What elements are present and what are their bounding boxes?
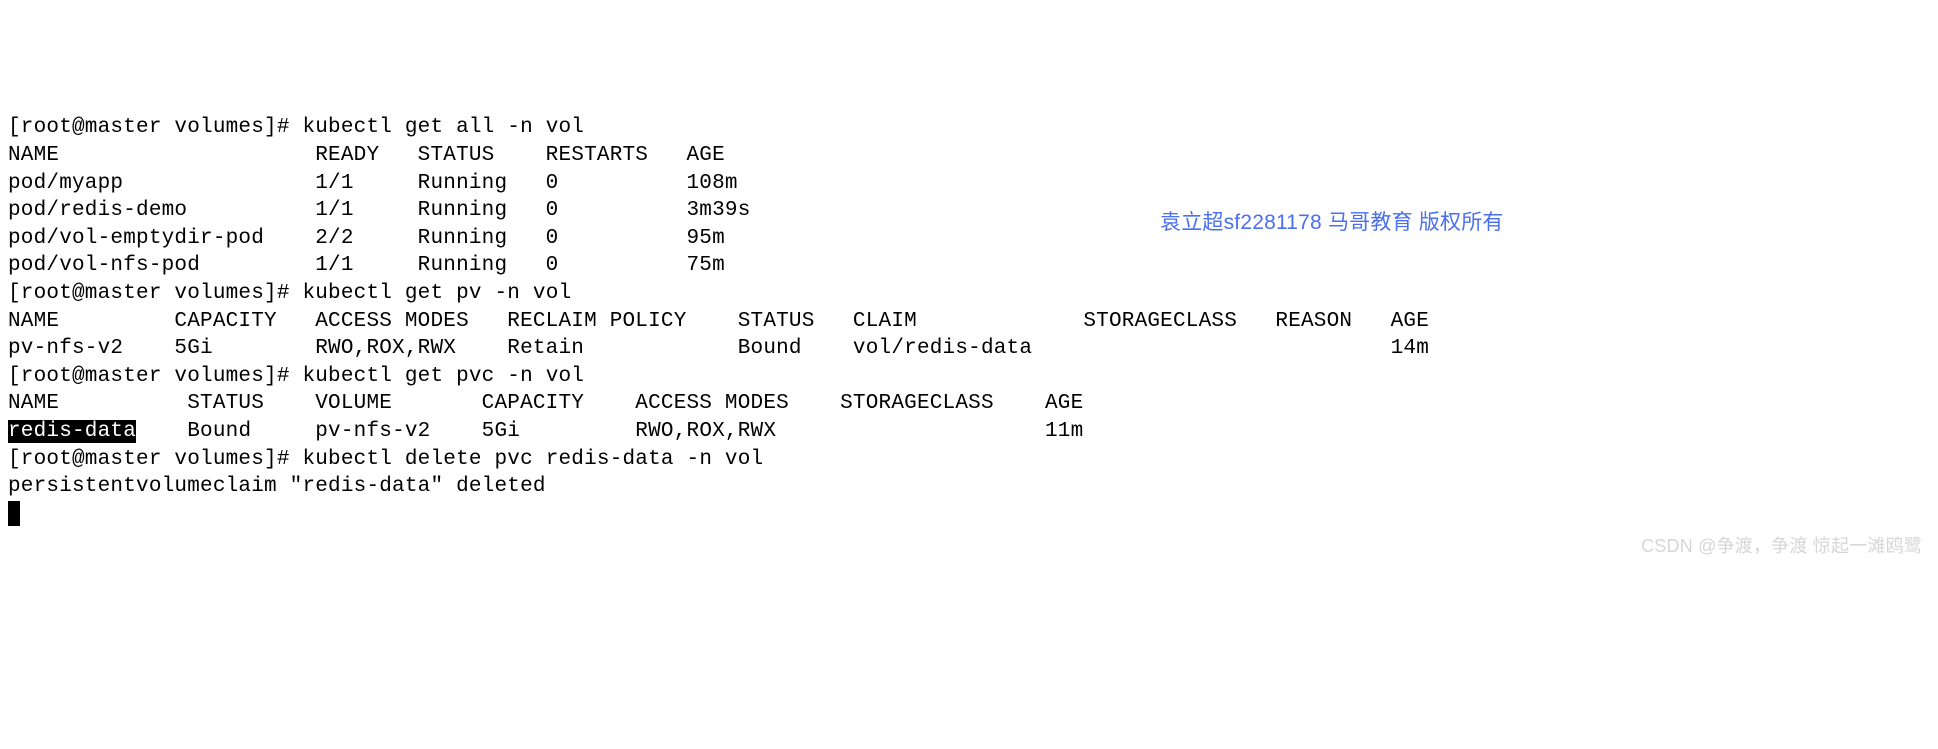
cursor-block [8, 501, 20, 526]
table-row: Bound pv-nfs-v2 5Gi RWO,ROX,RWX 11m [136, 420, 1083, 443]
prompt: [root@master volumes]# [8, 448, 302, 471]
table-row: pod/myapp 1/1 Running 0 108m [8, 172, 738, 195]
selected-text: redis-data [8, 420, 136, 443]
table-row: pv-nfs-v2 5Gi RWO,ROX,RWX Retain Bound v… [8, 337, 1429, 360]
table-row: pod/vol-emptydir-pod 2/2 Running 0 95m [8, 227, 725, 250]
table-row: pod/redis-demo 1/1 Running 0 3m39s [8, 199, 751, 222]
table-header: NAME CAPACITY ACCESS MODES RECLAIM POLIC… [8, 310, 1429, 333]
table-header: NAME STATUS VOLUME CAPACITY ACCESS MODES… [8, 392, 1083, 415]
command-text: kubectl get all -n vol [302, 116, 584, 139]
prompt: [root@master volumes]# [8, 282, 302, 305]
command-text: kubectl get pvc -n vol [302, 365, 584, 388]
prompt: [root@master volumes]# [8, 116, 302, 139]
watermark-csdn: CSDN @争渡，争渡 惊起一滩鸥鹭 [1641, 533, 1922, 561]
output-line: persistentvolumeclaim "redis-data" delet… [8, 475, 546, 498]
table-header: NAME READY STATUS RESTARTS AGE [8, 144, 725, 167]
command-text: kubectl delete pvc redis-data -n vol [302, 448, 763, 471]
prompt: [root@master volumes]# [8, 365, 302, 388]
command-text: kubectl get pv -n vol [302, 282, 571, 305]
table-row: pod/vol-nfs-pod 1/1 Running 0 75m [8, 254, 725, 277]
terminal-output[interactable]: [root@master volumes]# kubectl get all -… [8, 114, 1930, 528]
